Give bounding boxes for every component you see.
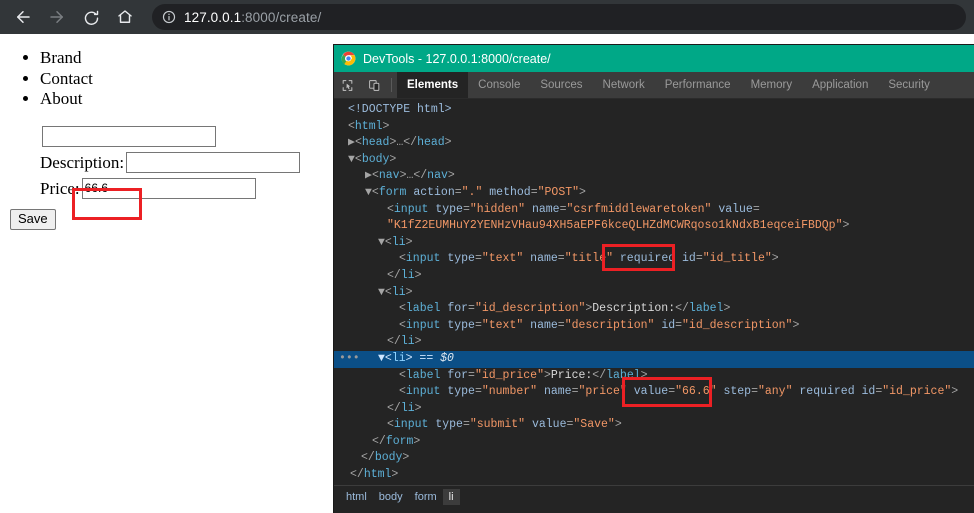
- dom-line-input-desc[interactable]: <input type="text" name="description" id…: [334, 318, 974, 335]
- dom-line-input-title[interactable]: <input type="text" name="title" required…: [334, 251, 974, 268]
- tab-elements[interactable]: Elements: [397, 72, 469, 98]
- inspect-element-icon[interactable]: [334, 72, 361, 98]
- save-button[interactable]: Save: [10, 208, 56, 230]
- dom-line-li-title-close[interactable]: </li>: [334, 268, 974, 285]
- home-icon: [116, 8, 134, 26]
- nav-item-label: Contact: [40, 68, 93, 88]
- price-label: Price:: [40, 178, 80, 198]
- toolbar-divider: [391, 78, 392, 92]
- dom-line-html-open[interactable]: <html>: [334, 119, 974, 136]
- dom-line-doctype[interactable]: <!DOCTYPE html>: [334, 102, 974, 119]
- description-input[interactable]: [126, 152, 301, 173]
- dom-line-csrf-value[interactable]: "K1fZ2EUMHuY2YENHzVHau94XH5aEPF6kceQLHZd…: [334, 218, 974, 235]
- nav-item-label: Brand: [40, 48, 82, 67]
- breadcrumb-item-form[interactable]: form: [409, 489, 443, 505]
- back-button[interactable]: [8, 2, 38, 32]
- tab-performance[interactable]: Performance: [655, 72, 741, 98]
- home-button[interactable]: [110, 2, 140, 32]
- dom-line-li-desc-close[interactable]: </li>: [334, 334, 974, 351]
- devtools-window-title: DevTools - 127.0.0.1:8000/create/: [363, 51, 551, 66]
- address-bar[interactable]: 127.0.0.1:8000/create/: [152, 4, 966, 30]
- dom-line-input-price[interactable]: <input type="number" name="price" value=…: [334, 384, 974, 401]
- dom-line-html-close[interactable]: </html>: [334, 467, 974, 484]
- dom-line-body-open[interactable]: ▼<body>: [334, 152, 974, 169]
- devtools-titlebar: DevTools - 127.0.0.1:8000/create/: [334, 45, 974, 72]
- title-input[interactable]: [42, 126, 216, 147]
- url-host: 127.0.0.1: [184, 9, 242, 25]
- chrome-logo-icon: [341, 51, 356, 66]
- back-arrow-icon: [14, 8, 32, 26]
- dom-line-label-desc[interactable]: <label for="id_description">Description:…: [334, 301, 974, 318]
- dom-line-nav[interactable]: ▶<nav>…</nav>: [334, 168, 974, 185]
- description-label: Description:: [40, 152, 125, 172]
- nav-item-label: About: [40, 89, 83, 108]
- site-info-icon[interactable]: [162, 10, 176, 24]
- dom-line-li-price-close[interactable]: </li>: [334, 401, 974, 418]
- address-bar-url: 127.0.0.1:8000/create/: [184, 10, 321, 25]
- dom-line-body-close[interactable]: </body>: [334, 450, 974, 467]
- devtools-window: DevTools - 127.0.0.1:8000/create/ Elemen…: [334, 45, 974, 513]
- tab-network[interactable]: Network: [593, 72, 655, 98]
- dom-line-li-price-open[interactable]: ••• ▼<li> == $0: [334, 350, 974, 368]
- device-toolbar-icon[interactable]: [361, 72, 388, 98]
- dom-line-input-submit[interactable]: <input type="submit" value="Save">: [334, 417, 974, 434]
- breadcrumb-item-html[interactable]: html: [340, 489, 373, 505]
- dom-line-head[interactable]: ▶<head>…</head>: [334, 135, 974, 152]
- reload-icon: [83, 9, 100, 26]
- tab-memory[interactable]: Memory: [741, 72, 803, 98]
- url-path: :8000/create/: [241, 9, 322, 25]
- devtools-tabbar: Elements Console Sources Network Perform…: [334, 72, 974, 99]
- csrf-token-value: K1fZ2EUMHuY2YENHzVHau94XH5aEPF6kceQLHZdM…: [393, 219, 836, 233]
- forward-arrow-icon: [48, 8, 66, 26]
- forward-button[interactable]: [42, 2, 72, 32]
- dom-line-li-desc-open[interactable]: ▼<li>: [334, 285, 974, 302]
- tab-console[interactable]: Console: [468, 72, 530, 98]
- reload-button[interactable]: [76, 2, 106, 32]
- dom-line-li-title-open[interactable]: ▼<li>: [334, 235, 974, 252]
- dom-line-csrf-open[interactable]: <input type="hidden" name="csrfmiddlewar…: [334, 202, 974, 219]
- breadcrumb-item-li[interactable]: li: [442, 489, 460, 505]
- dom-line-form-open[interactable]: ▼<form action="." method="POST">: [334, 185, 974, 202]
- browser-toolbar: 127.0.0.1:8000/create/: [0, 0, 974, 34]
- tab-sources[interactable]: Sources: [530, 72, 592, 98]
- price-input[interactable]: [81, 178, 256, 199]
- dom-line-form-close[interactable]: </form>: [334, 434, 974, 451]
- dom-breadcrumb: html body form li: [334, 485, 974, 508]
- breadcrumb-item-body[interactable]: body: [373, 489, 409, 505]
- dom-line-label-price[interactable]: <label for="id_price">Price:</label>: [334, 368, 974, 385]
- tab-security[interactable]: Security: [878, 72, 940, 98]
- dom-tree-panel[interactable]: <!DOCTYPE html> <html> ▶<head>…</head> ▼…: [334, 99, 974, 485]
- tab-application[interactable]: Application: [802, 72, 878, 98]
